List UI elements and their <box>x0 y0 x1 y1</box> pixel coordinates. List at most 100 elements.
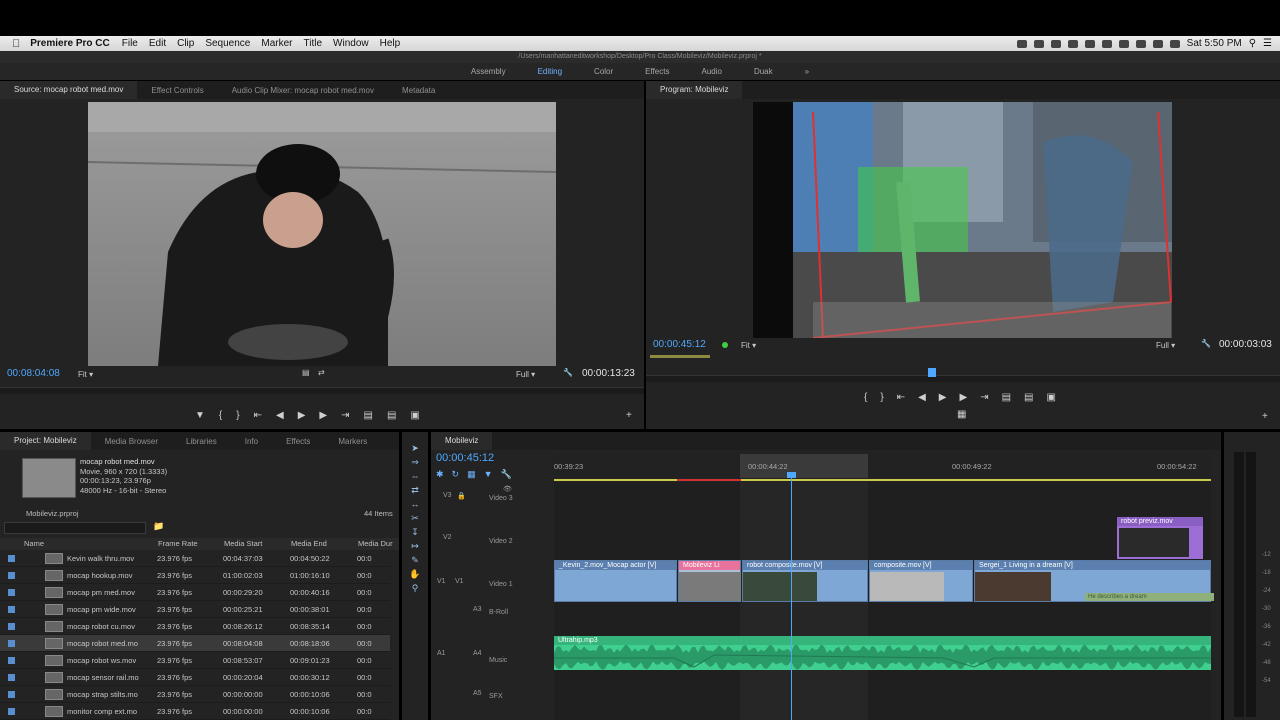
project-row[interactable]: mocap pm wide.mov 23.976 fps 00:00:25:21 00… <box>0 601 390 618</box>
more-workspaces-icon[interactable]: » <box>789 67 825 76</box>
menu-title[interactable]: Title <box>304 38 323 49</box>
project-row[interactable]: mocap strap stilts.mo 23.976 fps 00:00:00:… <box>0 686 390 703</box>
tab-project[interactable]: Project: Mobileviz <box>0 432 91 450</box>
add-marker-icon[interactable]: ▼ <box>195 410 205 421</box>
source-timecode[interactable]: 00:08:04:08 <box>7 368 60 379</box>
track-a1-source[interactable]: A1 <box>437 650 446 657</box>
source-full-select[interactable]: Full ▾ <box>516 370 535 379</box>
mark-in-icon[interactable]: { <box>219 410 222 421</box>
clip-kevin-mocap[interactable]: _Kevin_2.mov_Mocap actor [V] <box>554 560 677 602</box>
track-v2-label[interactable]: V2 <box>443 534 452 541</box>
tab-effect-controls[interactable]: Effect Controls <box>137 86 217 95</box>
col-frame-rate[interactable]: Frame Rate <box>158 539 198 548</box>
notification-icon[interactable]: ☰ <box>1263 38 1272 49</box>
program-play-icon[interactable]: ▶ <box>939 392 947 403</box>
workspace-audio[interactable]: Audio <box>685 67 737 76</box>
battery-icon[interactable] <box>1169 39 1180 48</box>
source-insert-icon[interactable]: ⇄ <box>318 368 325 377</box>
rolling-edit-tool-icon[interactable]: ⇄ <box>409 484 421 496</box>
dropbox-icon[interactable] <box>1016 39 1027 48</box>
tab-effects[interactable]: Effects <box>272 437 324 446</box>
project-row[interactable]: mocap hookup.mov 23.976 fps 01:00:02:03 01:… <box>0 567 390 584</box>
project-row[interactable]: mocap sensor rail.mo 23.976 fps 00:00:20:0… <box>0 669 390 686</box>
slide-tool-icon[interactable]: ↦ <box>409 540 421 552</box>
ripple-edit-tool-icon[interactable]: ⇔ <box>409 470 421 482</box>
workspace-duak[interactable]: Duak <box>738 67 789 76</box>
col-media-start[interactable]: Media Start <box>224 539 262 548</box>
label-color-swatch[interactable] <box>8 605 15 613</box>
program-settings-icon[interactable]: 🔧 <box>1201 339 1211 348</box>
step-back-icon[interactable]: ◀ <box>276 410 284 421</box>
menu-marker[interactable]: Marker <box>261 38 292 49</box>
program-video[interactable] <box>753 102 1172 338</box>
program-full-select[interactable]: Full ▾ <box>1156 341 1175 350</box>
nest-icon[interactable]: ▦ <box>467 469 476 480</box>
track-area[interactable]: robot previz.mov _Kevin_2.mov_Mocap acto… <box>554 472 1214 720</box>
rate-stretch-tool-icon[interactable]: ↔ <box>409 498 421 510</box>
lock-icon[interactable]: 🔒 <box>457 492 466 500</box>
time-ruler[interactable]: 00:39:23 00:00:44:22 00:00:49:22 00:00:5… <box>554 454 1211 478</box>
zoom-tool-icon[interactable]: ⚲ <box>409 582 421 594</box>
spotlight-icon[interactable]: ⚲ <box>1249 38 1256 49</box>
timeline-playhead[interactable] <box>791 474 792 720</box>
program-timecode[interactable]: 00:00:45:12 <box>653 339 706 350</box>
label-color-swatch[interactable] <box>8 656 15 664</box>
clip-sergei[interactable]: Sergei_1 Living in a dream [V] He descri… <box>974 560 1214 602</box>
cloud-icon[interactable] <box>1050 39 1061 48</box>
workspace-color[interactable]: Color <box>578 67 629 76</box>
menu-file[interactable]: File <box>122 38 138 49</box>
wifi-icon[interactable] <box>1152 39 1163 48</box>
marker-icon[interactable]: ▼ <box>484 469 493 480</box>
export-frame-icon[interactable]: ▣ <box>410 410 419 421</box>
workspace-effects[interactable]: Effects <box>629 67 685 76</box>
clip-mobileviz-pink[interactable]: Mobileviz Li <box>678 560 741 602</box>
timeline-timecode[interactable]: 00:00:45:12 <box>436 452 494 464</box>
program-scrubber[interactable] <box>646 375 1280 382</box>
label-color-swatch[interactable] <box>8 690 15 698</box>
clock[interactable]: Sat 5:50 PM <box>1187 38 1242 49</box>
clip-robot-composite[interactable]: robot composite.mov [V] <box>742 560 868 602</box>
mark-out-icon[interactable]: } <box>236 410 239 421</box>
go-to-in-icon[interactable]: ⇤ <box>254 410 262 421</box>
razor-tool-icon[interactable]: ✂ <box>409 512 421 524</box>
tab-audio-clip-mixer[interactable]: Audio Clip Mixer: mocap robot med.mov <box>218 86 388 95</box>
pen-tool-icon[interactable]: ✎ <box>409 554 421 566</box>
clip-composite[interactable]: composite.mov [V] <box>869 560 973 602</box>
hand-tool-icon[interactable]: ✋ <box>409 568 421 580</box>
project-row[interactable]: mocap pm med.mov 23.976 fps 00:00:29:20 00:… <box>0 584 390 601</box>
tab-program[interactable]: Program: Mobileviz <box>646 81 743 99</box>
label-color-swatch[interactable] <box>8 554 15 562</box>
project-row[interactable]: mocap robot cu.mov 23.976 fps 00:08:26:12 0… <box>0 618 390 635</box>
tab-sequence[interactable]: Mobileviz <box>431 432 493 450</box>
label-color-swatch[interactable] <box>8 673 15 681</box>
program-step-back-icon[interactable]: ◀ <box>918 392 926 403</box>
col-media-dur[interactable]: Media Dur <box>358 539 393 548</box>
project-row[interactable]: monitor comp ext.mo 23.976 fps 00:00:00:00… <box>0 703 390 720</box>
project-row[interactable]: mocap robot med.mo 23.976 fps 00:08:04:08 0… <box>0 635 390 652</box>
tab-source[interactable]: Source: mocap robot med.mov <box>0 81 138 99</box>
project-row[interactable]: mocap robot ws.mov 23.976 fps 00:08:53:07 0… <box>0 652 390 669</box>
tab-info[interactable]: Info <box>231 437 272 446</box>
bluetooth-icon[interactable] <box>1118 39 1129 48</box>
menu-clip[interactable]: Clip <box>177 38 194 49</box>
program-playhead[interactable] <box>928 368 936 377</box>
insert-icon[interactable]: ▤ <box>363 410 372 421</box>
record-icon[interactable] <box>1084 39 1095 48</box>
comparison-view-icon[interactable]: ▦ <box>957 409 966 420</box>
app-menu[interactable]: Premiere Pro CC <box>30 38 109 49</box>
lift-icon[interactable]: ▤ <box>1002 392 1011 403</box>
eye-icon[interactable]: 👁 <box>503 485 512 493</box>
program-go-to-in-icon[interactable]: ⇤ <box>897 392 905 403</box>
track-v1-label[interactable]: V1 <box>455 578 464 585</box>
source-video[interactable] <box>88 102 556 366</box>
play-icon[interactable]: ▶ <box>298 410 306 421</box>
program-fit-select[interactable]: Fit ▾ <box>741 341 756 350</box>
extract-icon[interactable]: ▤ <box>1024 392 1033 403</box>
display-icon[interactable] <box>1101 39 1112 48</box>
volume-icon[interactable] <box>1135 39 1146 48</box>
program-export-frame-icon[interactable]: ▣ <box>1046 392 1055 403</box>
label-color-swatch[interactable] <box>8 639 15 647</box>
menu-edit[interactable]: Edit <box>149 38 166 49</box>
label-color-swatch[interactable] <box>8 571 15 579</box>
track-a5-label[interactable]: A5 <box>473 690 482 697</box>
